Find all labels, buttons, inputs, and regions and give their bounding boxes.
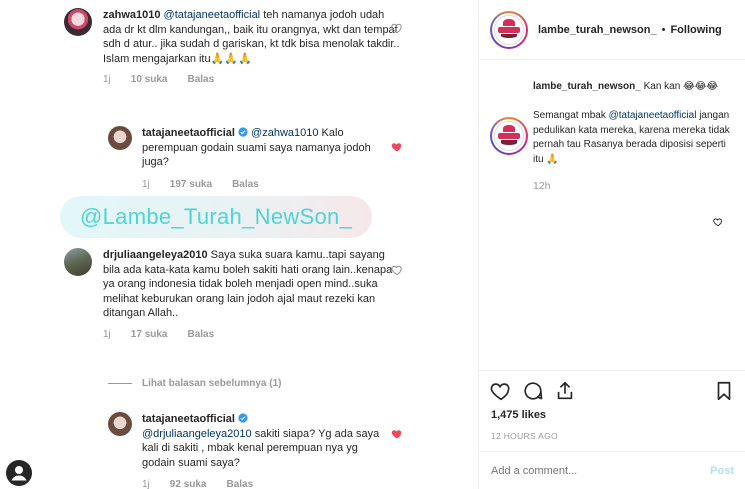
bookmark-icon[interactable] xyxy=(713,380,735,402)
verified-badge-icon xyxy=(238,127,248,137)
like-heart-icon[interactable] xyxy=(490,380,512,402)
post-timestamp: 12 HOURS AGO xyxy=(491,431,558,441)
avatar[interactable] xyxy=(108,412,132,436)
account-logo xyxy=(494,14,524,45)
comment-time: 1j xyxy=(103,328,111,340)
reply-button[interactable]: Balas xyxy=(188,329,215,340)
post-username[interactable]: lambe_turah_newson_ xyxy=(538,24,657,36)
comment-username[interactable]: tatajaneetaofficial xyxy=(142,127,235,139)
comment-meta: 1j 92 suka Balas xyxy=(142,479,392,489)
likes-count[interactable]: 1,475 likes xyxy=(491,409,546,421)
reply-button[interactable]: Balas xyxy=(227,479,254,489)
following-button[interactable]: Following xyxy=(670,24,721,36)
reply-button[interactable]: Balas xyxy=(188,74,215,85)
view-previous-replies[interactable]: Lihat balasan sebelumnya (1) xyxy=(108,378,282,389)
post-panel: lambe_turah_newson_ • Following lambe_tu… xyxy=(478,0,745,489)
reply-avatar[interactable] xyxy=(490,117,528,155)
reply-button[interactable]: Balas xyxy=(232,179,259,190)
heart-outline-icon[interactable] xyxy=(713,217,723,227)
separator-dot: • xyxy=(661,23,666,36)
comment-username[interactable]: tatajaneetaofficial xyxy=(142,413,235,425)
add-comment-bar: Post xyxy=(479,451,745,489)
divider-line xyxy=(108,383,132,384)
heart-filled-icon[interactable] xyxy=(391,428,403,440)
comment-likes[interactable]: 10 suka xyxy=(131,74,168,85)
comment-meta: 1j 10 suka Balas xyxy=(103,74,403,85)
comment-mention[interactable]: @drjuliaangeleya2010 xyxy=(142,428,252,440)
avatar[interactable] xyxy=(64,248,92,276)
profile-icon[interactable] xyxy=(6,460,32,486)
share-icon[interactable] xyxy=(554,380,576,402)
view-previous-label: Lihat balasan sebelumnya (1) xyxy=(142,378,282,389)
watermark-text: @Lambe_Turah_NewSon_ xyxy=(80,204,353,229)
comment-meta: 1j 197 suka Balas xyxy=(142,179,392,190)
comment-time: 1j xyxy=(142,178,150,190)
story-ring[interactable] xyxy=(490,10,528,49)
comments-panel: zahwa1010 @tatajaneetaofficial teh naman… xyxy=(0,0,478,489)
comment-likes[interactable]: 92 suka xyxy=(170,479,207,489)
heart-filled-icon[interactable] xyxy=(391,141,403,153)
comment-likes[interactable]: 197 suka xyxy=(170,179,212,190)
post-header: lambe_turah_newson_ • Following xyxy=(479,0,745,60)
comment-reply-item: tatajaneetaofficial @zahwa1010 Kalo pere… xyxy=(108,126,398,190)
post-caption: lambe_turah_newson_ Kan kan 😂😂😂 xyxy=(490,80,735,95)
comment-username[interactable]: drjuliaangeleya2010 xyxy=(103,249,208,261)
comment-item: drjuliaangeleya2010 Saya suka suara kamu… xyxy=(64,248,404,340)
post-actions xyxy=(479,370,745,410)
comment-meta: 1j 17 suka Balas xyxy=(103,329,401,340)
comment-time: 1j xyxy=(103,74,111,85)
person-icon xyxy=(11,466,27,481)
comment-text: drjuliaangeleya2010 Saya suka suara kamu… xyxy=(103,248,401,321)
caption-text: Kan kan 😂😂😂 xyxy=(640,81,719,92)
verified-badge-icon xyxy=(238,413,248,423)
heart-outline-icon[interactable] xyxy=(391,22,403,34)
avatar[interactable] xyxy=(108,126,132,150)
reply-time: 12h xyxy=(533,180,551,192)
comment-text: tatajaneetaofficial @zahwa1010 Kalo pere… xyxy=(142,126,392,170)
comment-likes[interactable]: 17 suka xyxy=(131,329,168,340)
comment-time: 1j xyxy=(142,479,150,489)
reply-prefix: Semangat mbak xyxy=(533,110,609,121)
reply-mention[interactable]: @tatajaneetaofficial xyxy=(609,110,697,121)
caption-username[interactable]: lambe_turah_newson_ xyxy=(533,81,641,92)
comment-bubble-icon[interactable] xyxy=(522,380,544,402)
comment-text: zahwa1010 @tatajaneetaofficial teh naman… xyxy=(103,8,403,66)
comment-mention[interactable]: @tatajaneetaofficial xyxy=(164,9,261,21)
comment-input[interactable] xyxy=(491,464,681,477)
heart-outline-icon[interactable] xyxy=(391,264,403,276)
comment-username[interactable]: zahwa1010 xyxy=(103,9,160,21)
avatar[interactable] xyxy=(64,8,92,36)
post-reply-comment: Semangat mbak @tatajaneetaofficial janga… xyxy=(533,109,738,167)
comment-item: zahwa1010 @tatajaneetaofficial teh naman… xyxy=(64,8,404,85)
watermark-banner: @Lambe_Turah_NewSon_ xyxy=(60,196,372,238)
comment-text: tatajaneetaofficial @drjuliaangeleya2010… xyxy=(142,412,392,470)
account-logo xyxy=(494,121,524,151)
comment-reply-item: tatajaneetaofficial @drjuliaangeleya2010… xyxy=(108,412,398,489)
comment-mention[interactable]: @zahwa1010 xyxy=(251,127,318,139)
post-button[interactable]: Post xyxy=(710,465,734,477)
